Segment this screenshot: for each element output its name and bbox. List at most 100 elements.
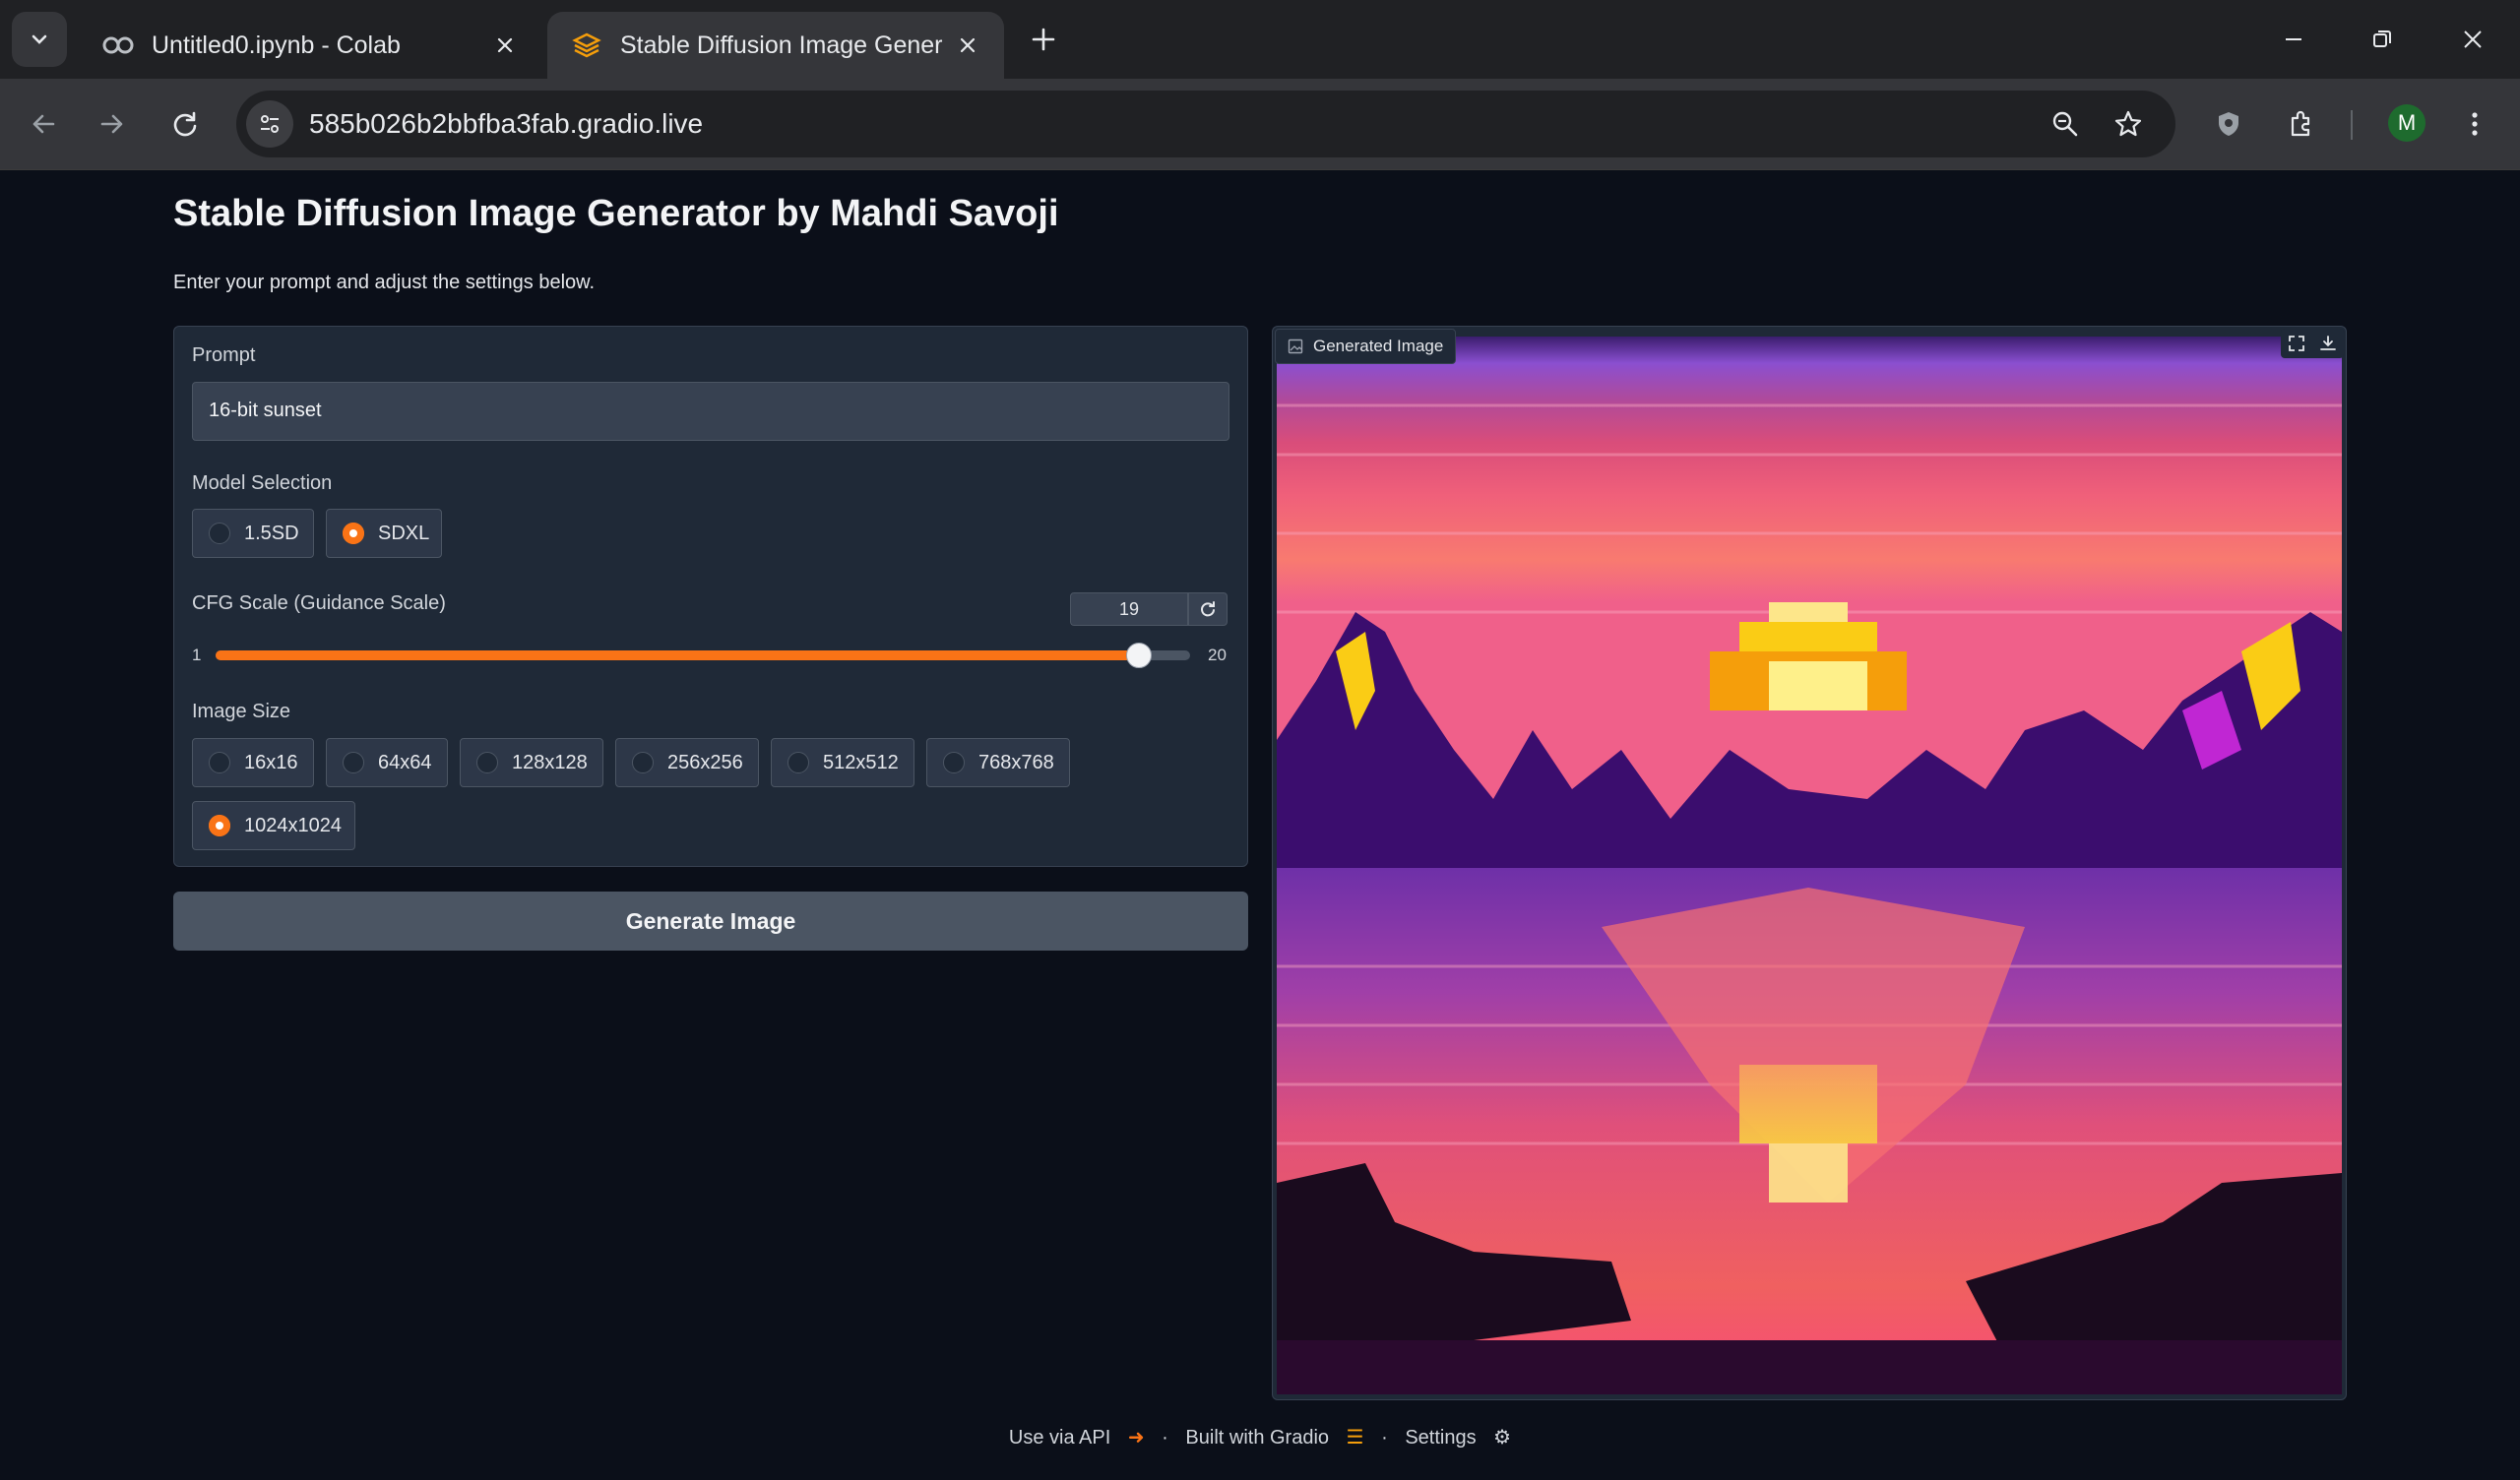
page-subtitle: Enter your prompt and adjust the setting… [173, 272, 596, 293]
close-window-button[interactable] [2447, 14, 2498, 65]
extension-shield-button[interactable] [2205, 100, 2252, 148]
generated-image-label-text: Generated Image [1313, 337, 1444, 355]
radio-dot-selected[interactable] [343, 523, 364, 544]
profile-avatar[interactable]: M [2388, 104, 2426, 142]
generate-image-button[interactable]: Generate Image [173, 892, 1248, 951]
arrow-right-icon [100, 114, 123, 134]
gradio-icon [569, 28, 604, 63]
zoom-out-icon [2052, 111, 2078, 137]
browser-menu-button[interactable] [2451, 100, 2498, 148]
more-vert-icon [2472, 112, 2478, 136]
tab-gradio[interactable]: Stable Diffusion Image Generator [547, 12, 1004, 79]
close-icon[interactable] [953, 31, 982, 60]
size-option-512x512[interactable]: 512x512 [771, 738, 914, 787]
radio-dot[interactable] [788, 752, 809, 773]
size-option-1024x1024[interactable]: 1024x1024 [192, 801, 355, 850]
zoom-button[interactable] [2044, 102, 2087, 146]
settings-panel: Prompt 16-bit sunset Model Selection 1.5… [173, 326, 1248, 867]
footer: Use via API ➜ · Built with Gradio ☰ · Se… [0, 1425, 2520, 1449]
colab-icon [100, 28, 136, 63]
page-title: Stable Diffusion Image Generator by Mahd… [173, 193, 1059, 234]
generated-image[interactable] [1277, 337, 2342, 1394]
minimize-button[interactable] [2268, 14, 2319, 65]
radio-dot[interactable] [632, 752, 654, 773]
fullscreen-button[interactable] [2281, 329, 2312, 358]
restore-icon [2373, 31, 2391, 47]
tab-search-button[interactable] [12, 12, 67, 67]
download-button[interactable] [2312, 329, 2344, 358]
reset-icon [1201, 601, 1215, 617]
size-option-128x128[interactable]: 128x128 [460, 738, 603, 787]
size-label: Image Size [192, 701, 291, 722]
footer-separator: · [1162, 1427, 1168, 1449]
tune-icon [261, 115, 279, 133]
prompt-value[interactable]: 16-bit sunset [209, 400, 322, 422]
tab-title: Untitled0.ipynb - Colab [152, 31, 401, 59]
gradio-logo-icon: ☰ [1346, 1427, 1364, 1449]
size-option-16x16[interactable]: 16x16 [192, 738, 314, 787]
bookmark-button[interactable] [2107, 102, 2150, 146]
slider-thumb[interactable] [1125, 643, 1152, 668]
radio-label: 768x768 [978, 751, 1054, 773]
new-tab-button[interactable] [1024, 20, 1063, 59]
forward-button[interactable] [89, 100, 136, 148]
reload-button[interactable] [161, 100, 209, 148]
fullscreen-icon [2289, 336, 2304, 351]
tab-colab[interactable]: Untitled0.ipynb - Colab [79, 12, 541, 79]
close-icon[interactable] [490, 31, 520, 60]
image-icon [1288, 339, 1303, 354]
generated-image-panel: Generated Image [1272, 326, 2347, 1400]
prompt-label: Prompt [192, 344, 256, 366]
radio-label: 512x512 [823, 751, 899, 773]
radio-dot[interactable] [343, 752, 364, 773]
built-with-gradio-link[interactable]: Built with Gradio [1185, 1427, 1329, 1449]
radio-label: 1024x1024 [244, 814, 342, 836]
radio-label: 256x256 [667, 751, 743, 773]
size-option-768x768[interactable]: 768x768 [926, 738, 1070, 787]
close-icon [2464, 31, 2482, 48]
generated-image-label: Generated Image [1275, 329, 1457, 364]
radio-label: 128x128 [512, 751, 588, 773]
radio-label: 16x16 [244, 751, 298, 773]
url-text[interactable]: 585b026b2bbfba3fab.gradio.live [309, 108, 703, 140]
cfg-slider[interactable] [216, 643, 1190, 668]
back-button[interactable] [20, 100, 67, 148]
cfg-label: CFG Scale (Guidance Scale) [192, 592, 446, 614]
minimize-icon [2286, 38, 2301, 40]
settings-link[interactable]: Settings [1405, 1427, 1476, 1449]
prompt-input[interactable]: 16-bit sunset [192, 382, 1229, 441]
address-bar[interactable]: 585b026b2bbfba3fab.gradio.live [236, 91, 2175, 157]
model-option-sdxl[interactable]: SDXL [326, 509, 442, 558]
restore-button[interactable] [2357, 14, 2408, 65]
image-toolbar [2281, 329, 2344, 358]
radio-label: 64x64 [378, 751, 432, 773]
use-via-api-link[interactable]: Use via API [1009, 1427, 1110, 1449]
radio-dot[interactable] [209, 523, 230, 544]
radio-label: 1.5SD [244, 522, 299, 544]
shield-icon [2219, 112, 2238, 136]
radio-dot[interactable] [209, 752, 230, 773]
model-label: Model Selection [192, 472, 333, 494]
gear-icon: ⚙ [1493, 1427, 1512, 1449]
extensions-button[interactable] [2278, 100, 2325, 148]
arrow-left-icon [32, 114, 55, 134]
radio-dot-selected[interactable] [209, 815, 230, 836]
footer-separator: · [1381, 1427, 1388, 1449]
size-option-256x256[interactable]: 256x256 [615, 738, 759, 787]
cfg-number-input[interactable]: 19 [1070, 592, 1188, 626]
reload-icon [173, 111, 197, 137]
radio-dot[interactable] [943, 752, 965, 773]
site-info-button[interactable] [246, 100, 293, 148]
tab-title: Stable Diffusion Image Generator [620, 31, 943, 59]
star-icon [2114, 110, 2142, 137]
radio-label: SDXL [378, 522, 430, 544]
browser-toolbar: 585b026b2bbfba3fab.gradio.live M [0, 79, 2520, 170]
plus-icon [1032, 28, 1055, 51]
slider-max-label: 20 [1208, 646, 1227, 664]
model-option-1-5sd[interactable]: 1.5SD [192, 509, 314, 558]
cfg-reset-button[interactable] [1188, 592, 1228, 626]
download-icon [2320, 336, 2336, 350]
radio-dot[interactable] [476, 752, 498, 773]
size-option-64x64[interactable]: 64x64 [326, 738, 448, 787]
rocket-icon: ➜ [1127, 1427, 1145, 1449]
